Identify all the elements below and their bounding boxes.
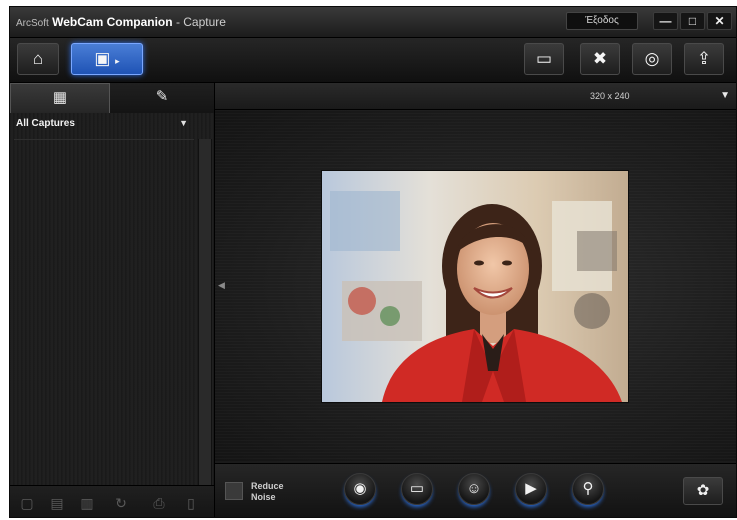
captures-panel: ▦ ✎ All Captures ▼ ▢ ▤ ▥ ↻ ⎙ ▯ [10,83,215,517]
capture-mode-dropdown-icon: ▸ [115,56,120,66]
effects-button[interactable]: ✿ [683,477,723,505]
tab-folders[interactable]: ▦ [10,83,110,113]
webcam-preview-image [322,171,628,402]
home-button[interactable]: ⌂ [17,43,59,75]
collapse-panel-icon[interactable]: ◀ [218,280,225,291]
capture-mode-icon: ▣ [94,49,111,68]
brand-name: ArcSoft [16,18,49,29]
folders-icon: ▦ [52,89,68,106]
upload-icon: ⇪ [696,49,712,68]
capture-controls-bar: Reduce Noise ◉ ▭ ☺ ▶ ⚲ ✿ [215,463,736,517]
capture-stage: ◀ [215,110,736,462]
captures-actions-bar: ▢ ▤ ▥ ↻ ⎙ ▯ [10,485,214,517]
monitor-button[interactable]: ▭ [524,43,564,75]
captures-filter-label: All Captures [16,118,75,129]
product-name: WebCam Companion [52,15,173,29]
maximize-button[interactable]: □ [680,12,705,30]
face-tracking-icon: ☺ [466,480,482,497]
zoom-button[interactable]: ⚲ [572,473,604,505]
exit-button[interactable]: Έξοδος [566,12,638,30]
face-tracking-button[interactable]: ☺ [458,473,490,505]
zoom-icon: ⚲ [582,480,594,497]
import-icon[interactable]: ▢ [18,494,36,512]
edit-icon: ✎ [155,88,169,105]
print-icon[interactable]: ⎙ [150,494,168,512]
video-record-icon: ▶ [525,480,537,497]
record-screen-icon: ▭ [409,480,425,497]
close-button[interactable]: ✕ [707,12,732,30]
screen-capture-button[interactable]: ▭ [401,473,433,505]
effects-icon: ✿ [696,482,710,499]
monitor-icon: ▭ [535,49,553,68]
chevron-down-icon: ▼ [179,118,188,128]
title-suffix: - Capture [175,15,226,29]
tools-button[interactable]: ✖ [580,43,620,75]
snapshot-camera-icon: ◉ [353,480,367,497]
reduce-noise-checkbox[interactable] [225,482,243,500]
video-record-button[interactable]: ▶ [515,473,547,505]
reduce-noise-label: Reduce Noise [251,481,284,502]
main-toolbar: ⌂ ▣ ▸ ▭ ✖ ◎ ⇪ [10,38,736,83]
window-title: ArcSoft WebCam Companion - Capture [16,15,226,29]
captures-filter-select[interactable]: All Captures ▼ [16,118,188,134]
webcam-search-button[interactable]: ◎ [632,43,672,75]
webcam-preview [321,170,629,403]
app-window: ArcSoft WebCam Companion - Capture Έξοδο… [9,6,737,518]
capture-mode-button[interactable]: ▣ ▸ [71,43,143,75]
upload-button[interactable]: ⇪ [684,43,724,75]
folder-icon[interactable]: ▤ [48,494,66,512]
minimize-button[interactable]: — [653,12,678,30]
rotate-icon[interactable]: ↻ [112,494,130,512]
tab-edit[interactable]: ✎ [110,83,214,113]
resolution-bar: 320 x 240 ▼ [215,83,736,110]
captures-scrollbar[interactable] [198,139,212,485]
panel-tabs: ▦ ✎ [10,83,214,113]
chevron-down-icon[interactable]: ▼ [720,90,730,101]
webcam-search-icon: ◎ [644,49,660,68]
slideshow-icon[interactable]: ▥ [78,494,96,512]
resolution-select[interactable]: 320 x 240 [590,91,630,101]
tools-icon: ✖ [592,49,608,68]
snapshot-button[interactable]: ◉ [344,473,376,505]
captures-list[interactable] [14,139,194,480]
delete-icon[interactable]: ▯ [182,494,200,512]
home-icon: ⌂ [32,49,44,68]
title-bar: ArcSoft WebCam Companion - Capture Έξοδο… [10,7,736,38]
